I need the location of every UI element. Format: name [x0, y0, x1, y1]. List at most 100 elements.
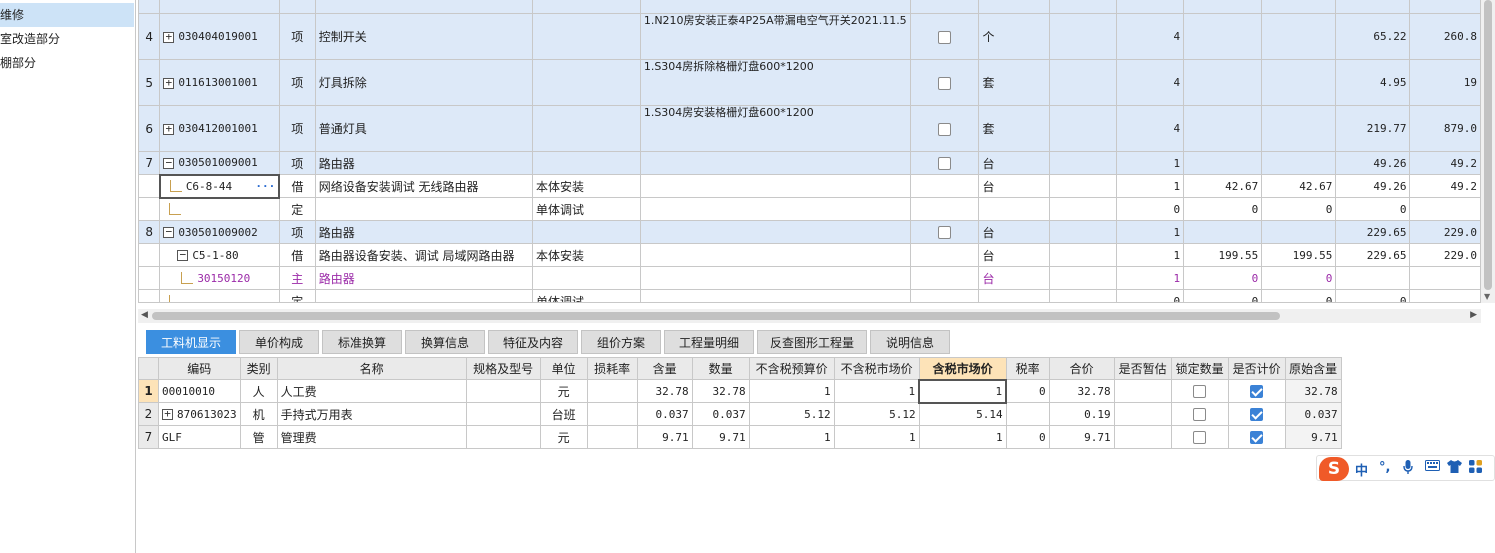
item-col[interactable] [1049, 13, 1117, 60]
item-flag-cell[interactable] [909, 105, 980, 152]
item-price-1[interactable] [1183, 13, 1263, 60]
resource-content[interactable]: 0.037 [636, 402, 693, 426]
item-code-cell[interactable]: −030501009001 [159, 151, 280, 175]
tree-item[interactable]: 棚部分 [0, 51, 135, 75]
scroll-right-arrow-icon[interactable]: ▶ [1470, 310, 1477, 320]
resource-lock-cell[interactable] [1170, 379, 1229, 403]
resource-category[interactable]: 人 [239, 379, 278, 403]
item-price-4[interactable]: 49.2 [1409, 151, 1481, 175]
table-row[interactable]: 30150120 主路由器台 1 0 0 [138, 266, 1481, 290]
item-price-2[interactable]: 199.55 [1261, 243, 1337, 267]
column-header[interactable]: 锁定数量 [1170, 357, 1229, 380]
item-code-cell[interactable] [159, 289, 280, 302]
item-unit[interactable]: 个 [978, 13, 1051, 60]
item-col[interactable] [1049, 243, 1117, 267]
item-checkbox[interactable] [938, 76, 952, 90]
item-qty[interactable]: 1 [1115, 151, 1185, 175]
item-price-1[interactable] [1183, 151, 1263, 175]
resource-category[interactable]: 管 [239, 425, 278, 449]
vertical-scroll-thumb[interactable] [1484, 0, 1492, 290]
item-price-3[interactable]: 0 [1335, 289, 1411, 302]
table-row[interactable]: 1 00010010 人人工费元 32.78 32.78 1 1 1 0 32.78 32.78 [138, 378, 1342, 404]
item-code-cell[interactable]: −030501009002 [159, 220, 280, 244]
sogou-logo-icon[interactable]: S [1319, 457, 1349, 481]
tree-item[interactable]: 维修 [0, 3, 134, 27]
resource-category[interactable]: 机 [239, 402, 278, 426]
item-price-4[interactable] [1409, 289, 1481, 302]
column-header[interactable]: 规格及型号 [465, 357, 541, 380]
resource-spec[interactable] [465, 402, 541, 426]
item-unit[interactable]: 套 [978, 59, 1051, 106]
resource-priced-cell[interactable] [1227, 402, 1286, 426]
collapse-icon[interactable]: − [177, 249, 189, 261]
item-unit[interactable]: 套 [978, 105, 1051, 152]
item-feature[interactable]: 1.S304房安装格栅灯盘600*1200 [639, 105, 911, 152]
item-name[interactable]: 普通灯具 [314, 105, 534, 152]
column-header[interactable]: 含税市场价 [918, 357, 1007, 380]
ime-punct-toggle[interactable]: °, [1379, 460, 1390, 475]
item-flag-cell[interactable] [909, 266, 980, 290]
expand-icon[interactable]: + [163, 77, 175, 89]
item-name[interactable]: 路由器 [314, 266, 534, 290]
item-col[interactable] [1049, 59, 1117, 106]
resource-name[interactable]: 人工费 [276, 379, 467, 403]
item-price-4[interactable]: 879.0 [1409, 105, 1481, 152]
resource-unit[interactable]: 元 [539, 425, 588, 449]
item-checkbox[interactable] [938, 157, 952, 170]
item-flag-cell[interactable] [909, 289, 980, 302]
item-price-2[interactable] [1261, 13, 1337, 60]
column-header[interactable]: 含量 [636, 357, 693, 380]
ime-toolbar[interactable]: S 中 °, [1316, 455, 1495, 481]
tab-5[interactable]: 组价方案 [581, 330, 661, 354]
column-header[interactable]: 不含税预算价 [748, 357, 835, 380]
item-name[interactable]: 网络设备安装调试 无线路由器 [314, 174, 534, 198]
item-price-1[interactable]: 0 [1183, 289, 1263, 302]
table-row[interactable]: 定单体调试 0 0 0 0 [138, 289, 1481, 302]
item-flag-cell[interactable] [909, 220, 980, 244]
item-feature[interactable] [639, 289, 911, 302]
table-row[interactable]: 8−030501009002 项路由器台 1 229.65 229.0 [138, 220, 1481, 244]
item-price-3[interactable]: 4.95 [1335, 59, 1411, 106]
item-code-cell[interactable] [159, 197, 280, 221]
item-qty[interactable]: 1 [1115, 243, 1185, 267]
resource-pre-tax-market[interactable]: 1 [833, 425, 920, 449]
item-feature[interactable] [639, 266, 911, 290]
item-checkbox[interactable] [938, 122, 952, 136]
resource-pre-tax-budget[interactable]: 1 [748, 379, 835, 403]
item-code-cell[interactable]: +011613001001 [159, 59, 280, 106]
column-header[interactable]: 类别 [239, 357, 278, 380]
resource-code-cell[interactable]: +870613023 [158, 402, 241, 426]
tab-4[interactable]: 特征及内容 [488, 330, 578, 354]
collapse-icon[interactable]: − [163, 157, 175, 169]
item-price-4[interactable]: 19 [1409, 59, 1481, 106]
lock-qty-checkbox[interactable] [1193, 385, 1207, 398]
item-unit[interactable]: 台 [978, 174, 1051, 198]
item-flag-cell[interactable] [909, 13, 980, 60]
item-name[interactable] [314, 197, 534, 221]
resource-qty[interactable]: 32.78 [691, 379, 750, 403]
item-price-2[interactable]: 0 [1261, 197, 1337, 221]
item-feature[interactable]: 1.S304房拆除格栅灯盘600*1200 [639, 59, 911, 106]
item-price-4[interactable] [1409, 197, 1481, 221]
item-unit[interactable]: 台 [978, 220, 1051, 244]
item-qty[interactable]: 4 [1115, 105, 1185, 152]
resource-loss-rate[interactable] [586, 425, 638, 449]
resource-tax-rate[interactable] [1005, 402, 1050, 426]
item-qty[interactable]: 1 [1115, 266, 1185, 290]
item-price-2[interactable]: 0 [1261, 289, 1337, 302]
item-desc[interactable]: 单体调试 [532, 289, 641, 302]
expand-icon[interactable]: + [163, 123, 175, 135]
skin-icon[interactable] [1447, 460, 1462, 477]
item-desc[interactable]: 本体安装 [532, 243, 641, 267]
item-unit[interactable] [978, 289, 1051, 302]
item-flag-cell[interactable] [909, 151, 980, 175]
item-price-3[interactable]: 219.77 [1335, 105, 1411, 152]
item-unit[interactable] [978, 197, 1051, 221]
tab-3[interactable]: 换算信息 [405, 330, 485, 354]
item-price-1[interactable]: 0 [1183, 197, 1263, 221]
item-desc[interactable] [532, 266, 641, 290]
resource-qty[interactable]: 0.037 [691, 402, 750, 426]
tab-8[interactable]: 说明信息 [870, 330, 950, 354]
item-code-cell[interactable]: C6-8-44 ··· [158, 173, 281, 199]
item-price-4[interactable]: 229.0 [1409, 220, 1481, 244]
